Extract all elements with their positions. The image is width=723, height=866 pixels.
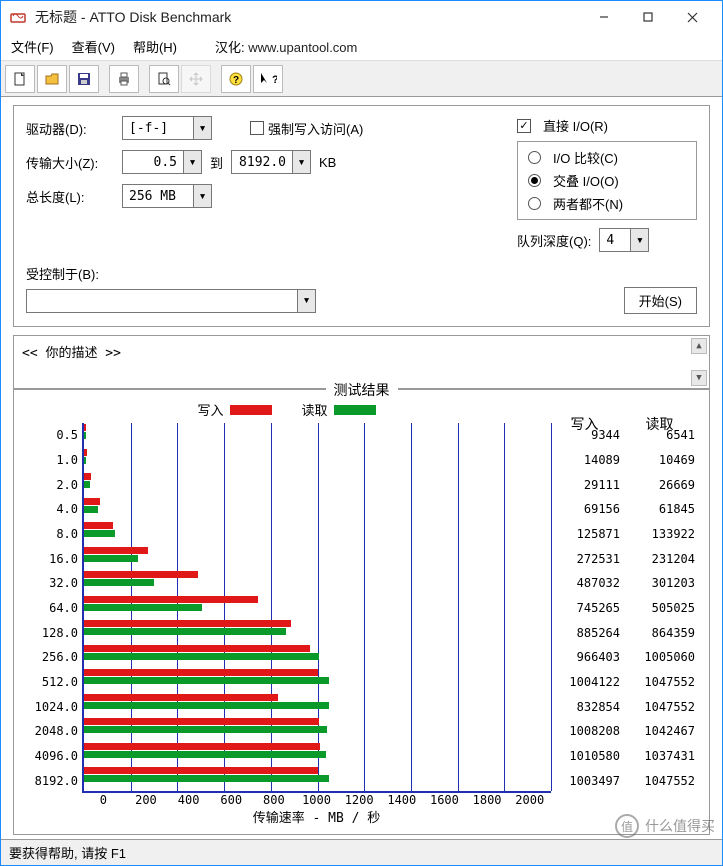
chart-plot [82,423,551,793]
results-panel: 测试结果 写入 读取 写入 读取 0.51.02.04.08.016.032.0… [13,389,710,835]
watermark-icon: 值 [615,814,639,838]
titlebar: 无标题 - ATTO Disk Benchmark [1,1,722,33]
toolbar: ? ? [1,61,722,97]
window-title: 无标题 - ATTO Disk Benchmark [35,7,582,27]
move-button[interactable] [181,65,211,93]
menu-file[interactable]: 文件(F) [11,37,54,56]
direct-io-label: 直接 I/O(R) [543,116,608,135]
to-label: 到 [210,153,223,172]
len-label: 总长度(L): [26,187,114,206]
chevron-down-icon: ▾ [193,117,211,139]
drive-combo[interactable]: [-f-]▾ [122,116,212,140]
menu-help[interactable]: 帮助(H) [133,37,177,56]
len-combo[interactable]: 256 MB▾ [122,184,212,208]
scroll-down-icon[interactable]: ▼ [691,370,707,386]
start-button[interactable]: 开始(S) [624,287,697,314]
force-write-label: 强制写入访问(A) [268,119,363,138]
direct-io-checkbox[interactable]: ✓ [517,119,531,133]
force-write-checkbox[interactable] [250,121,264,135]
whatsthis-button[interactable]: ? [253,65,283,93]
new-button[interactable] [5,65,35,93]
chevron-down-icon: ▾ [183,151,201,173]
watermark: 值 什么值得买 [615,814,715,838]
help-button[interactable]: ? [221,65,251,93]
app-icon [9,8,27,26]
chevron-down-icon: ▾ [630,229,648,251]
svg-text:?: ? [233,75,239,86]
xfer-label: 传输大小(Z): [26,153,114,172]
kb-label: KB [319,155,336,170]
han-label: 汉化: [215,40,245,55]
open-button[interactable] [37,65,67,93]
overlap-radio[interactable] [528,174,541,187]
menubar: 文件(F) 查看(V) 帮助(H) 汉化: www.upantool.com [1,33,722,61]
chevron-down-icon: ▾ [193,185,211,207]
close-button[interactable] [670,2,714,32]
settings-panel: 驱动器(D): [-f-]▾ 强制写入访问(A) 传输大小(Z): 0.5▾ 到… [13,105,710,327]
controlled-label: 受控制于(B): [26,264,99,283]
data-headers: 写入 读取 [547,414,697,434]
read-swatch [334,405,376,415]
menu-view[interactable]: 查看(V) [72,37,115,56]
save-button[interactable] [69,65,99,93]
queue-label: 队列深度(Q): [517,231,591,250]
y-labels: 0.51.02.04.08.016.032.064.0128.0256.0512… [22,423,82,793]
results-title: 测试结果 [326,380,398,400]
preview-button[interactable] [149,65,179,93]
han-link[interactable]: www.upantool.com [248,40,357,55]
x-labels: 0200400600800100012001400160018002000 [82,793,551,807]
svg-text:?: ? [272,74,277,86]
read-column: 6541104692666961845133922231204301203505… [626,423,701,793]
write-column: 9344140892911169156125871272531487032745… [551,423,626,793]
statusbar: 要获得帮助, 请按 F1 [1,839,722,865]
chevron-down-icon: ▾ [297,290,315,312]
print-button[interactable] [109,65,139,93]
scroll-up-icon[interactable]: ▲ [691,338,707,354]
drive-label: 驱动器(D): [26,119,114,138]
maximize-button[interactable] [626,2,670,32]
write-swatch [230,405,272,415]
xfer-from-combo[interactable]: 0.5▾ [122,150,202,174]
io-mode-group: I/O 比较(C) 交叠 I/O(O) 两者都不(N) [517,141,697,220]
neither-radio[interactable] [528,197,541,210]
minimize-button[interactable] [582,2,626,32]
queue-combo[interactable]: 4▾ [599,228,649,252]
controlled-combo[interactable]: ▾ [26,289,316,313]
xfer-to-combo[interactable]: 8192.0▾ [231,150,311,174]
chevron-down-icon: ▾ [292,151,310,173]
xaxis-title: 传输速率 - MB / 秒 [82,807,551,826]
io-compare-radio[interactable] [528,151,541,164]
legend: 写入 读取 [22,400,551,419]
